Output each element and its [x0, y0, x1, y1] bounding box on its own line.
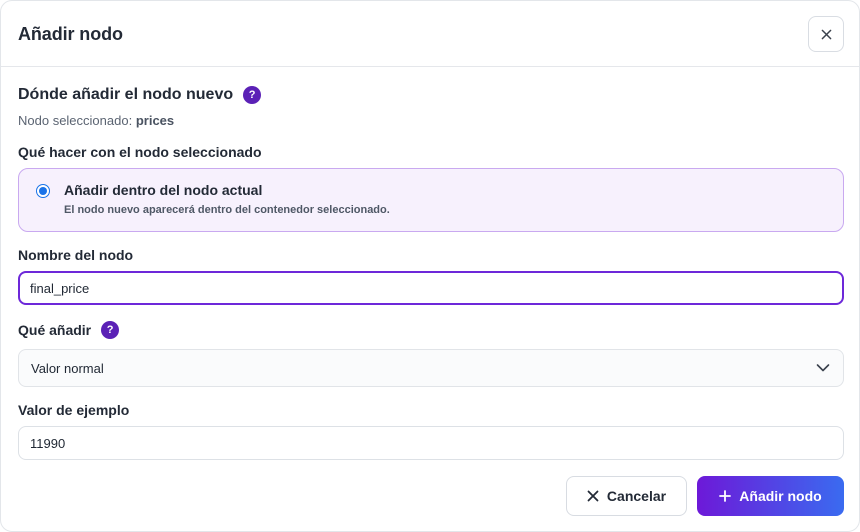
example-value-input[interactable]	[18, 426, 844, 460]
what-to-add-label: Qué añadir ?	[18, 321, 120, 339]
add-node-dialog: Añadir nodo Dónde añadir el nodo nuevo ?…	[0, 0, 860, 532]
option-title: Añadir dentro del nodo actual	[64, 182, 263, 198]
selected-node-prefix: Nodo seleccionado:	[18, 113, 133, 128]
dialog-header: Añadir nodo	[1, 1, 859, 67]
option-description: El nodo nuevo aparecerá dentro del conte…	[64, 204, 390, 216]
radio-add-inside[interactable]	[36, 184, 50, 198]
option-add-inside[interactable]: Añadir dentro del nodo actual El nodo nu…	[18, 168, 844, 232]
select-value: Valor normal	[31, 361, 104, 376]
what-to-add-label-text: Qué añadir	[18, 322, 92, 338]
selected-node-name: prices	[135, 113, 175, 128]
node-name-input[interactable]	[18, 271, 844, 305]
close-button[interactable]	[808, 16, 844, 52]
selected-node-info: Nodo seleccionado: prices	[18, 113, 174, 128]
plus-icon	[719, 490, 732, 502]
help-icon[interactable]: ?	[243, 86, 262, 104]
add-node-label: Añadir nodo	[739, 488, 822, 504]
close-icon	[587, 490, 599, 502]
location-section-title: Dónde añadir el nodo nuevo ?	[18, 86, 262, 104]
help-icon[interactable]: ?	[101, 321, 120, 339]
chevron-down-icon	[816, 364, 830, 372]
example-value-label: Valor de ejemplo	[18, 402, 130, 418]
add-node-button[interactable]: Añadir nodo	[697, 476, 844, 516]
cancel-button[interactable]: Cancelar	[566, 476, 687, 516]
node-name-label: Nombre del nodo	[18, 247, 134, 263]
close-icon	[821, 29, 831, 39]
cancel-label: Cancelar	[606, 488, 667, 504]
dialog-title: Añadir nodo	[18, 24, 123, 44]
action-label: Qué hacer con el nodo seleccionado	[18, 144, 262, 160]
location-title-text: Dónde añadir el nodo nuevo	[18, 86, 234, 103]
what-to-add-select[interactable]: Valor normal	[18, 349, 844, 387]
